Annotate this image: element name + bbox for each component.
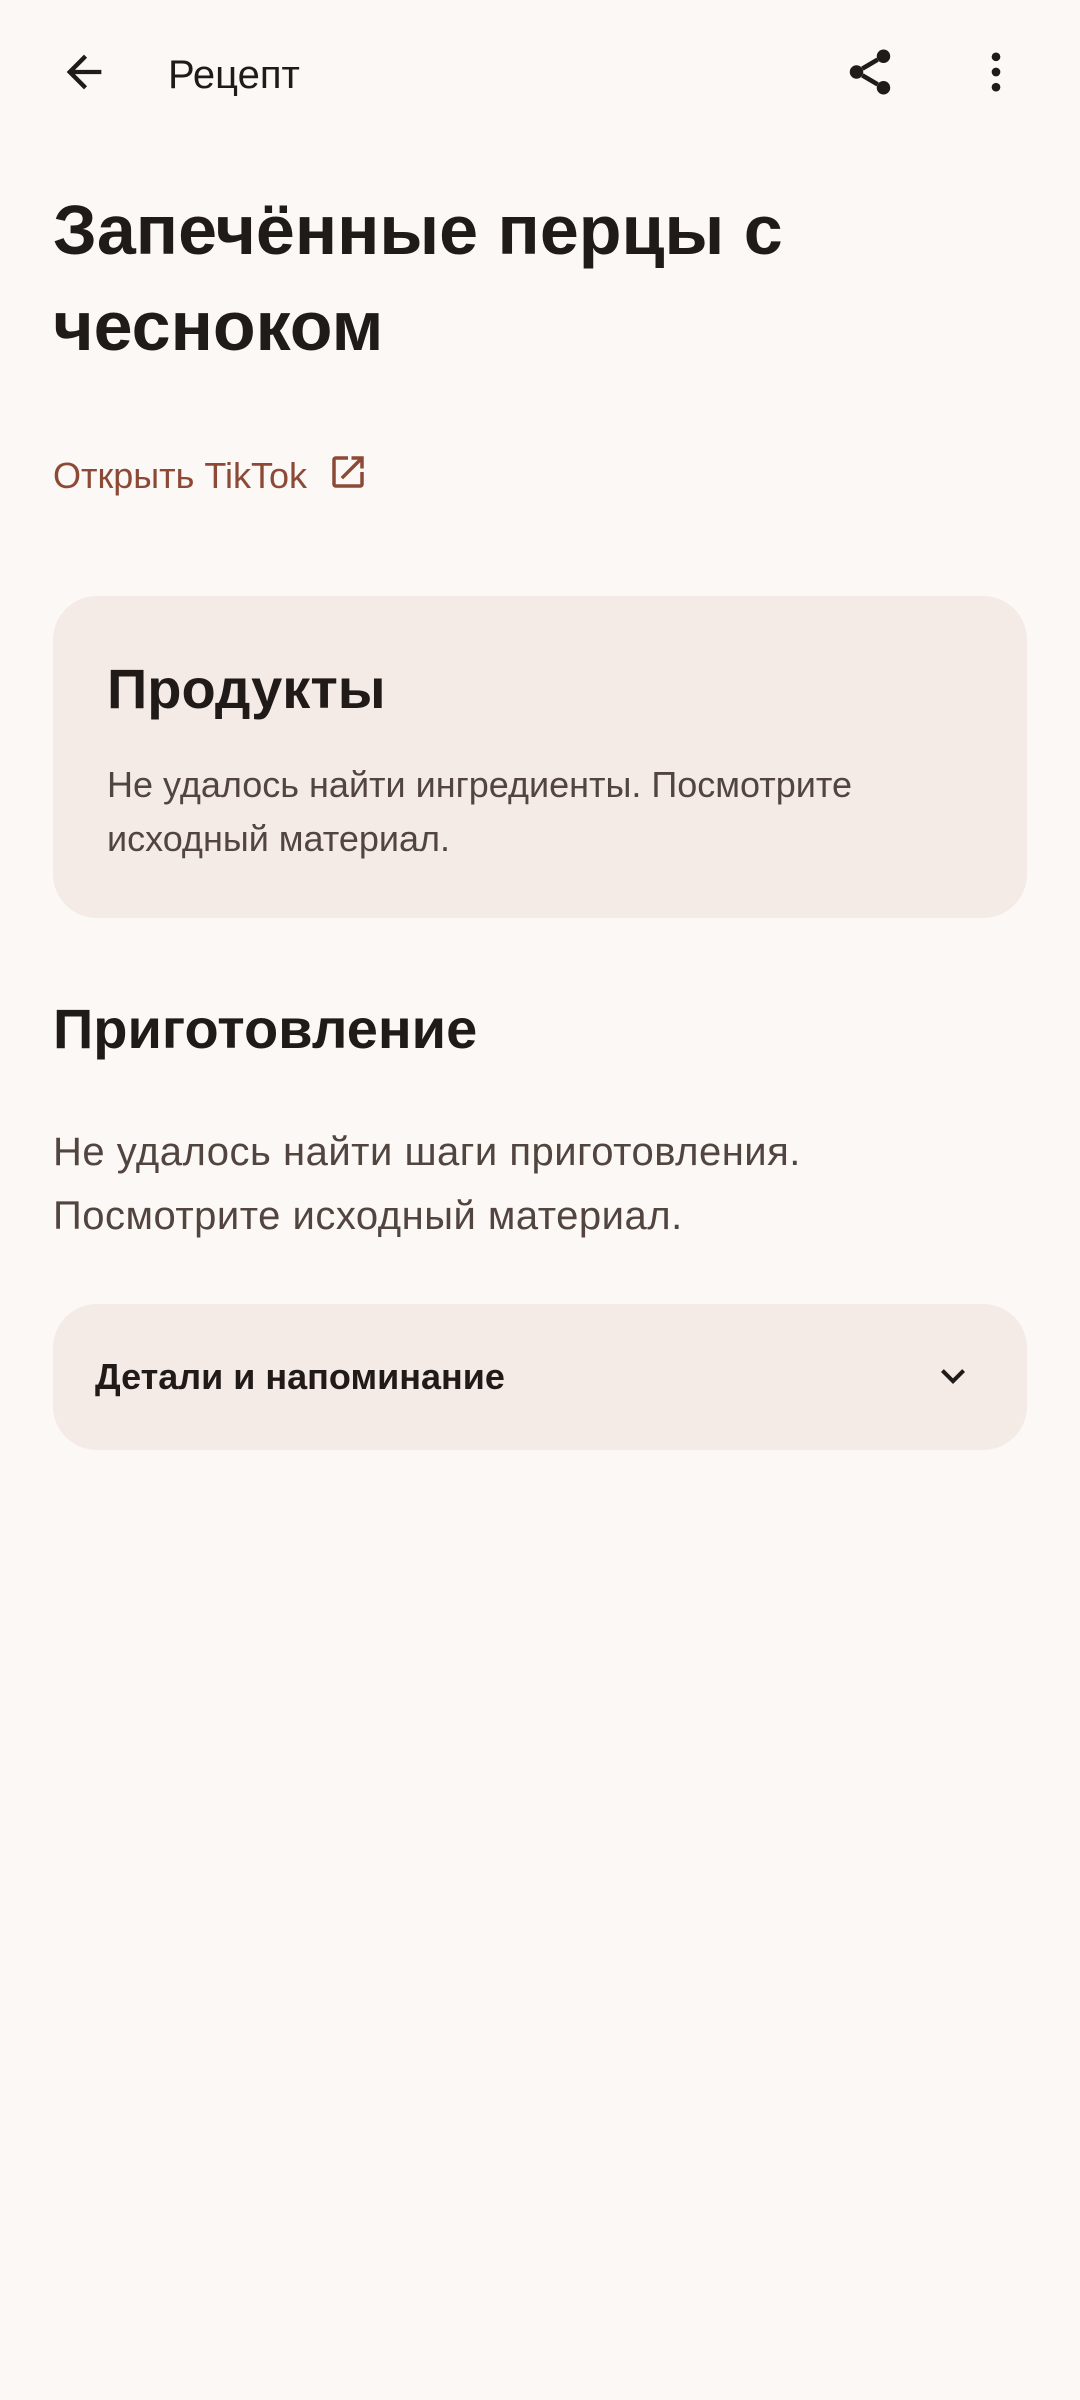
details-reminder-expander[interactable]: Детали и напоминание xyxy=(53,1304,1027,1450)
more-options-button[interactable] xyxy=(948,26,1044,122)
arrow-back-icon xyxy=(58,46,110,103)
share-button[interactable] xyxy=(822,26,918,122)
products-card: Продукты Не удалось найти ингредиенты. П… xyxy=(53,596,1027,918)
share-icon xyxy=(843,45,897,104)
more-vert-icon xyxy=(970,46,1022,103)
back-button[interactable] xyxy=(36,26,132,122)
products-empty-text: Не удалось найти ингредиенты. Посмотрите… xyxy=(107,764,853,859)
open-in-new-icon xyxy=(327,451,369,502)
preparation-title: Приготовление xyxy=(53,997,478,1060)
preparation-empty-text: Не удалось найти шаги приготовления. Пос… xyxy=(53,1130,801,1238)
products-title: Продукты xyxy=(107,657,386,720)
top-app-bar: Рецепт xyxy=(0,0,1080,150)
page-title: Рецепт xyxy=(168,53,300,97)
open-tiktok-label: Открыть TikTok xyxy=(53,455,308,496)
recipe-title: Запечённые перцы с чесноком xyxy=(53,191,783,365)
chevron-down-icon xyxy=(925,1348,981,1404)
details-reminder-label: Детали и напоминание xyxy=(95,1356,505,1397)
open-tiktok-link[interactable]: Открыть TikTok xyxy=(53,448,369,504)
